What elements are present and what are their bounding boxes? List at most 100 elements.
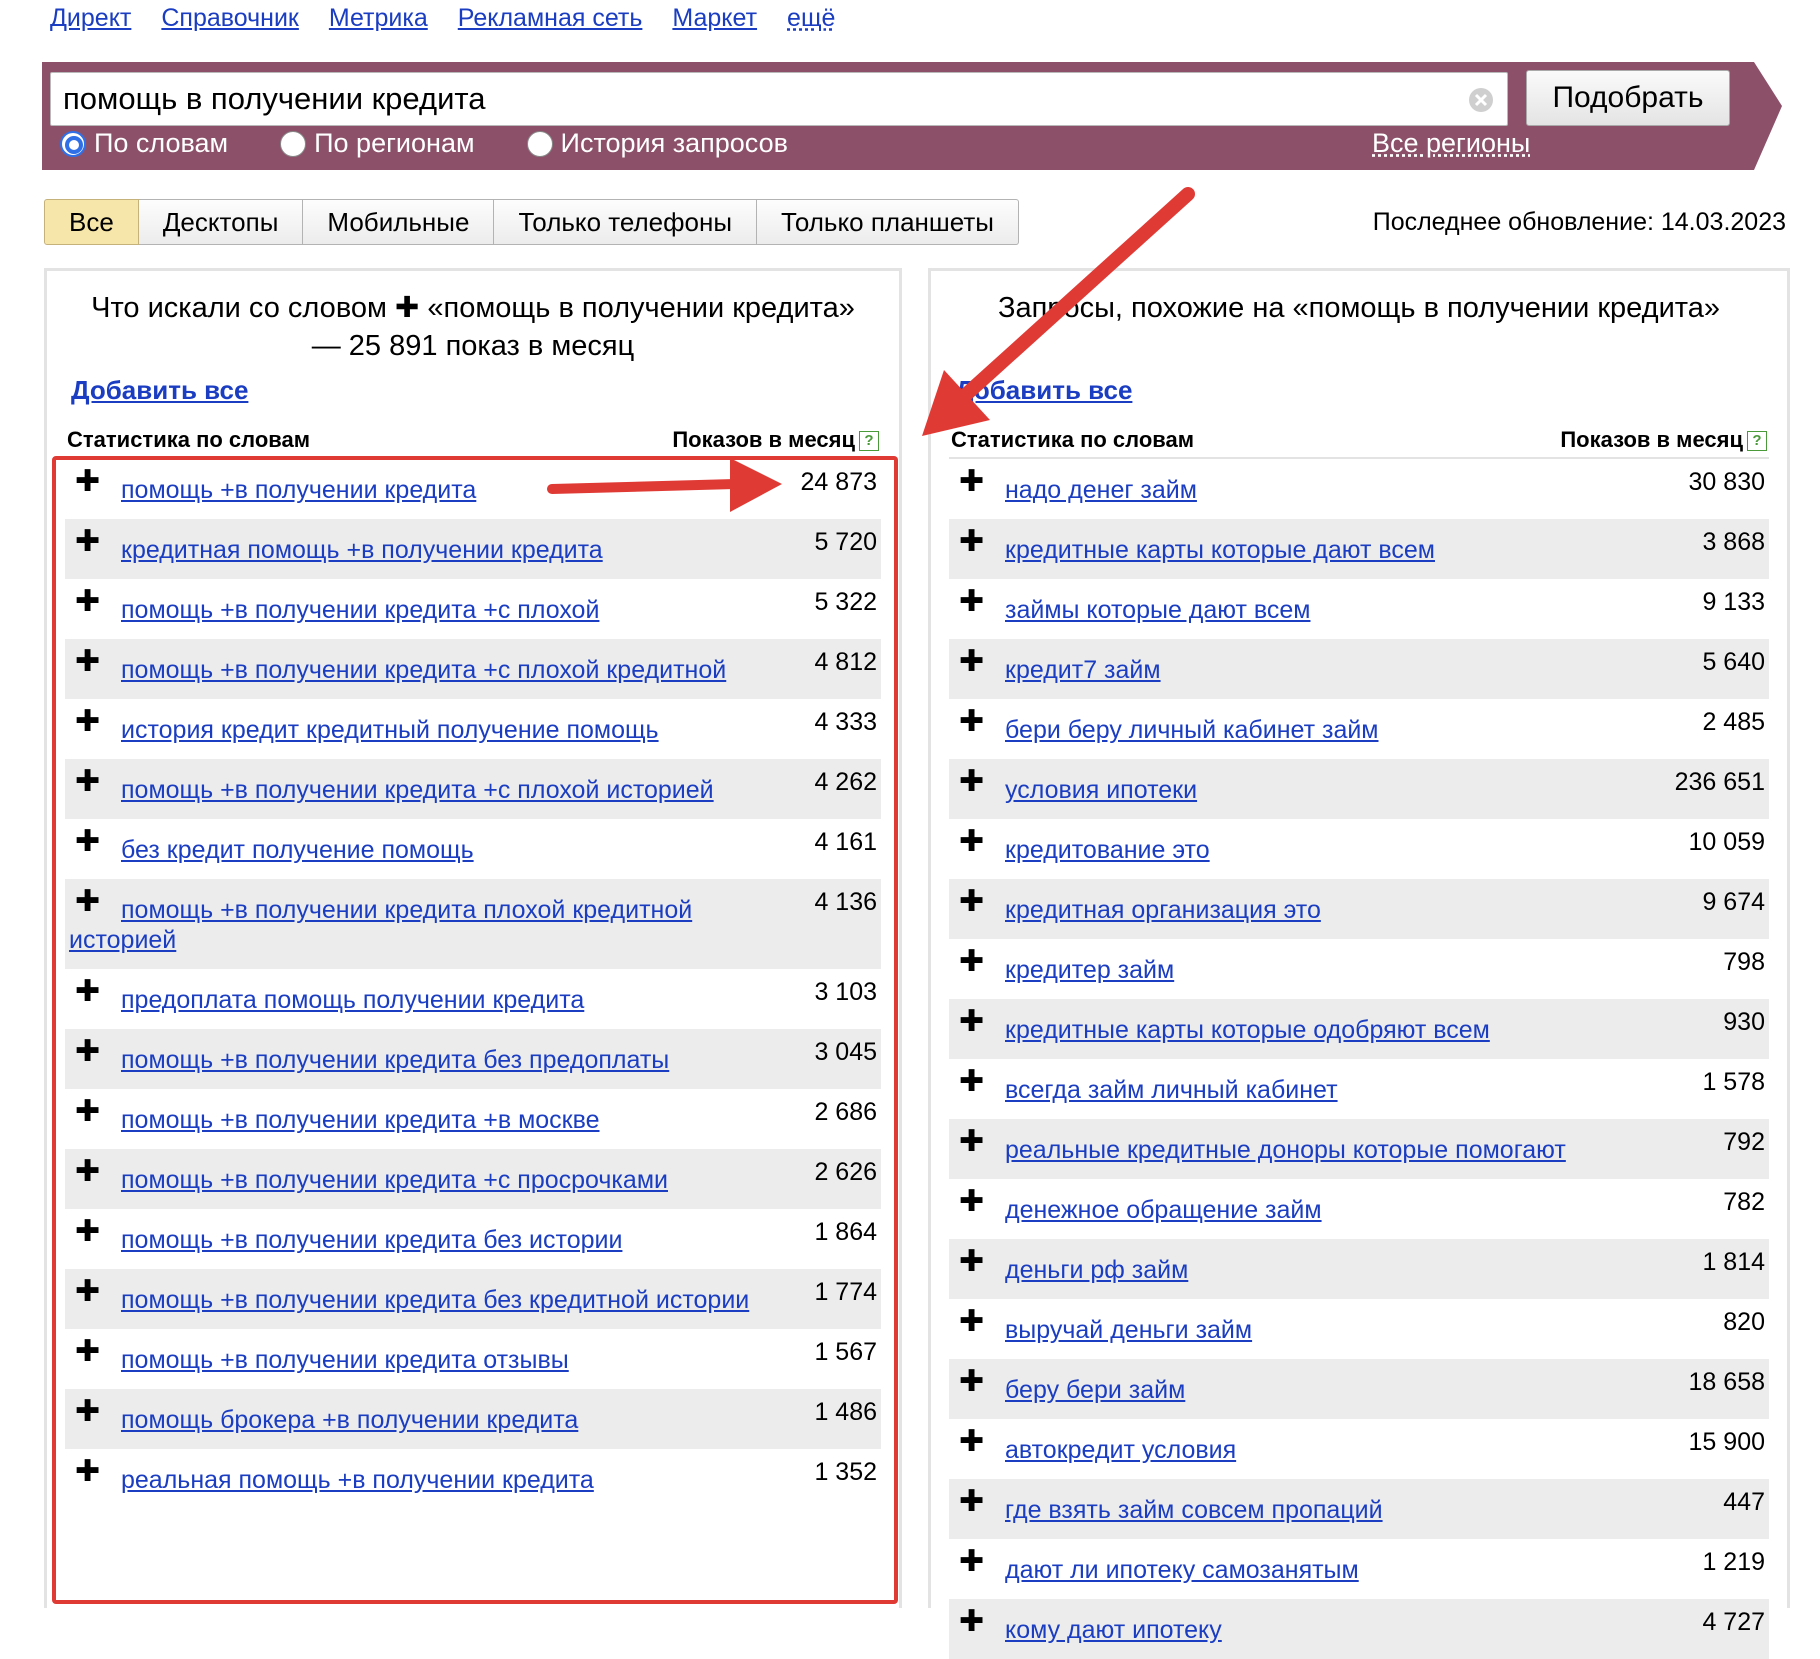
phrase-link[interactable]: деньги рф займ <box>949 1239 1769 1299</box>
nav-link-directory[interactable]: Справочник <box>161 4 299 33</box>
help-icon[interactable]: ? <box>859 431 879 451</box>
shows-count: 1 814 <box>1702 1248 1765 1276</box>
phrase-link[interactable]: помощь брокера +в получении кредита <box>65 1389 881 1449</box>
phrase-link[interactable]: выручай деньги займ <box>949 1299 1769 1359</box>
clear-icon[interactable] <box>1467 86 1495 114</box>
phrase-link[interactable]: помощь +в получении кредита плохой креди… <box>65 879 881 969</box>
add-plus-icon[interactable]: ✚ <box>959 947 984 977</box>
add-plus-icon[interactable]: ✚ <box>959 827 984 857</box>
phrase-link[interactable]: помощь +в получении кредита без истории <box>65 1209 881 1269</box>
phrase-link[interactable]: беру бери займ <box>949 1359 1769 1419</box>
phrase-link[interactable]: реальная помощь +в получении кредита <box>65 1449 881 1509</box>
phrase-link[interactable]: займы которые дают всем <box>949 579 1769 639</box>
phrase-link[interactable]: помощь +в получении кредита +с плохой кр… <box>65 639 881 699</box>
add-plus-icon[interactable]: ✚ <box>959 1067 984 1097</box>
phrase-link[interactable]: всегда займ личный кабинет <box>949 1059 1769 1119</box>
nav-link-metrika[interactable]: Метрика <box>329 4 428 33</box>
add-plus-icon[interactable]: ✚ <box>959 767 984 797</box>
phrase-link[interactable]: условия ипотеки <box>949 759 1769 819</box>
add-plus-icon[interactable]: ✚ <box>959 1607 984 1637</box>
add-plus-icon[interactable]: ✚ <box>75 1397 100 1427</box>
phrase-link[interactable]: помощь +в получении кредита без предопла… <box>65 1029 881 1089</box>
phrase-link[interactable]: помощь +в получении кредита <box>65 459 881 519</box>
phrase-link[interactable]: помощь +в получении кредита без кредитно… <box>65 1269 881 1329</box>
phrase-link[interactable]: надо денег займ <box>949 459 1769 519</box>
tab-tablets-only[interactable]: Только планшеты <box>757 199 1019 245</box>
add-plus-icon[interactable]: ✚ <box>959 1427 984 1457</box>
add-plus-icon[interactable]: ✚ <box>959 647 984 677</box>
add-plus-icon[interactable]: ✚ <box>959 1247 984 1277</box>
phrase-link[interactable]: автокредит условия <box>949 1419 1769 1479</box>
tab-mobile[interactable]: Мобильные <box>303 199 495 245</box>
nav-link-ad-network[interactable]: Рекламная сеть <box>458 4 643 33</box>
tab-desktops[interactable]: Десктопы <box>138 199 304 245</box>
phrase-link[interactable]: помощь +в получении кредита +в москве <box>65 1089 881 1149</box>
add-plus-icon[interactable]: ✚ <box>959 527 984 557</box>
phrase-link[interactable]: где взять займ совсем пропаций <box>949 1479 1769 1539</box>
add-plus-icon[interactable]: ✚ <box>959 1367 984 1397</box>
list-item: ✚ выручай деньги займ 820 <box>949 1299 1769 1359</box>
phrase-link[interactable]: кредит7 займ <box>949 639 1769 699</box>
nav-link-more[interactable]: ещё <box>787 4 835 33</box>
all-regions-link[interactable]: Все регионы <box>1372 128 1530 159</box>
nav-link-direct[interactable]: Директ <box>50 4 131 33</box>
phrase-link[interactable]: помощь +в получении кредита +с плохой ис… <box>65 759 881 819</box>
add-plus-icon[interactable]: ✚ <box>959 887 984 917</box>
phrase-link[interactable]: дают ли ипотеку самозанятым <box>949 1539 1769 1599</box>
tab-all[interactable]: Все <box>44 199 139 245</box>
add-plus-icon[interactable]: ✚ <box>75 1037 100 1067</box>
list-item: ✚ предоплата помощь получении кредита 3 10… <box>65 969 881 1029</box>
add-plus-icon[interactable]: ✚ <box>959 1127 984 1157</box>
phrase-link[interactable]: помощь +в получении кредита +с просрочка… <box>65 1149 881 1209</box>
nav-link-market[interactable]: Маркет <box>672 4 757 33</box>
phrase-link[interactable]: кредитер займ <box>949 939 1769 999</box>
add-all-link[interactable]: Добавить все <box>955 375 1132 406</box>
search-input[interactable]: помощь в получении кредита <box>50 72 1508 126</box>
add-plus-icon[interactable]: ✚ <box>75 527 100 557</box>
phrase-link[interactable]: история кредит кредитный получение помощ… <box>65 699 881 759</box>
tab-phones-only[interactable]: Только телефоны <box>494 199 758 245</box>
add-plus-icon[interactable]: ✚ <box>75 827 100 857</box>
add-plus-icon[interactable]: ✚ <box>75 1457 100 1487</box>
add-plus-icon[interactable]: ✚ <box>959 1007 984 1037</box>
radio-query-history[interactable]: История запросов <box>526 128 788 159</box>
phrase-link[interactable]: денежное обращение займ <box>949 1179 1769 1239</box>
add-plus-icon[interactable]: ✚ <box>959 707 984 737</box>
phrase-link[interactable]: кредитные карты которые одобряют всем <box>949 999 1769 1059</box>
add-all-link[interactable]: Добавить все <box>71 375 248 406</box>
shows-count: 1 864 <box>814 1218 877 1246</box>
phrase-link[interactable]: кому дают ипотеку <box>949 1599 1769 1659</box>
add-plus-icon[interactable]: ✚ <box>959 587 984 617</box>
phrase-link[interactable]: помощь +в получении кредита +с плохой <box>65 579 881 639</box>
phrase-link[interactable]: бери беру личный кабинет займ <box>949 699 1769 759</box>
phrase-link[interactable]: кредитная организация это <box>949 879 1769 939</box>
add-plus-icon[interactable]: ✚ <box>959 1487 984 1517</box>
add-plus-icon[interactable]: ✚ <box>959 1307 984 1337</box>
radio-by-words[interactable]: По словам <box>60 128 228 159</box>
pick-button[interactable]: Подобрать <box>1526 70 1730 126</box>
phrase-link[interactable]: без кредит получение помощь <box>65 819 881 879</box>
add-plus-icon[interactable]: ✚ <box>75 1337 100 1367</box>
help-icon[interactable]: ? <box>1747 431 1767 451</box>
phrase-link[interactable]: предоплата помощь получении кредита <box>65 969 881 1029</box>
add-plus-icon[interactable]: ✚ <box>75 977 100 1007</box>
add-plus-icon[interactable]: ✚ <box>75 647 100 677</box>
add-plus-icon[interactable]: ✚ <box>959 467 984 497</box>
phrase-link[interactable]: помощь +в получении кредита отзывы <box>65 1329 881 1389</box>
radio-by-regions[interactable]: По регионам <box>280 128 475 159</box>
add-plus-icon[interactable]: ✚ <box>75 1277 100 1307</box>
add-plus-icon[interactable]: ✚ <box>959 1547 984 1577</box>
add-plus-icon[interactable]: ✚ <box>75 467 100 497</box>
add-plus-icon[interactable]: ✚ <box>75 767 100 797</box>
add-plus-icon[interactable]: ✚ <box>75 587 100 617</box>
phrase-link[interactable]: реальные кредитные доноры которые помога… <box>949 1119 1769 1179</box>
add-plus-icon[interactable]: ✚ <box>75 887 100 917</box>
add-plus-icon[interactable]: ✚ <box>75 1157 100 1187</box>
add-plus-icon[interactable]: ✚ <box>75 1217 100 1247</box>
phrase-link[interactable]: кредитные карты которые дают всем <box>949 519 1769 579</box>
phrase-link[interactable]: кредитование это <box>949 819 1769 879</box>
add-plus-icon[interactable]: ✚ <box>959 1187 984 1217</box>
phrase-link[interactable]: кредитная помощь +в получении кредита <box>65 519 881 579</box>
add-plus-icon[interactable]: ✚ <box>75 1097 100 1127</box>
add-plus-icon[interactable]: ✚ <box>75 707 100 737</box>
